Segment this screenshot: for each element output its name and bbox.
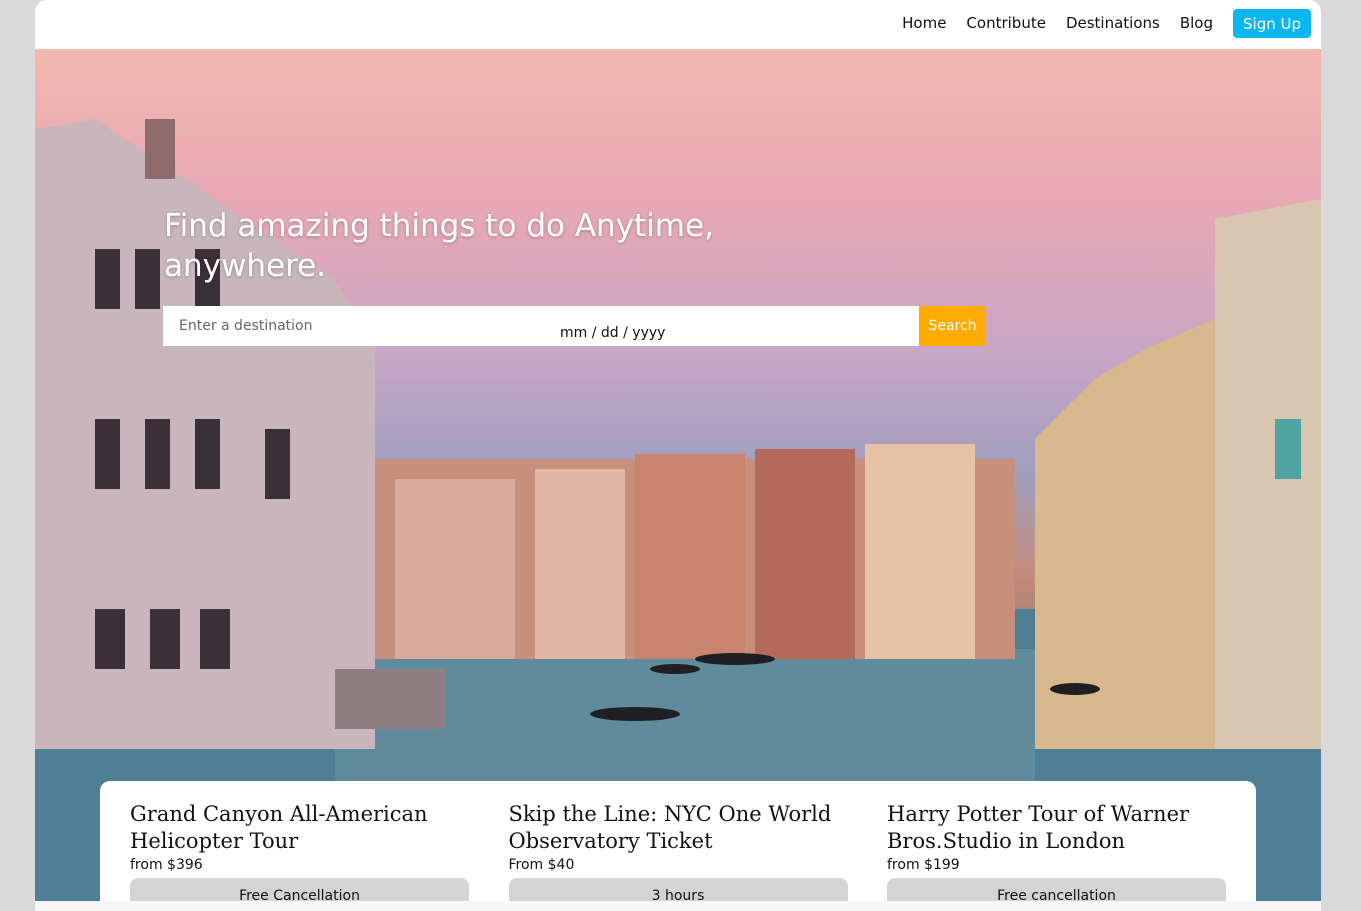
tour-price: From $40 xyxy=(508,857,575,873)
page: Home Contribute Destinations Blog Sign U… xyxy=(35,0,1321,911)
tour-price: from $396 xyxy=(130,857,203,873)
hero-title: Find amazing things to do Anytime, anywh… xyxy=(164,208,714,284)
nav-link-home[interactable]: Home xyxy=(902,14,946,32)
nav-link-destinations[interactable]: Destinations xyxy=(1066,14,1160,32)
tour-card[interactable]: Harry Potter Tour of Warner Bros.Studio … xyxy=(887,801,1226,901)
signup-button[interactable]: Sign Up xyxy=(1233,9,1311,38)
tour-title: Grand Canyon All-American Helicopter Tou… xyxy=(130,802,428,853)
tour-title: Harry Potter Tour of Warner Bros.Studio … xyxy=(887,802,1190,853)
tour-badge[interactable]: Free Cancellation xyxy=(130,878,469,901)
tour-card[interactable]: Grand Canyon All-American Helicopter Tou… xyxy=(130,801,469,901)
tour-price: from $199 xyxy=(887,857,960,873)
tour-cards: Grand Canyon All-American Helicopter Tou… xyxy=(100,781,1256,901)
date-input[interactable]: mm / dd / yyyy xyxy=(533,306,919,346)
tour-card[interactable]: Skip the Line: NYC One World Observatory… xyxy=(508,801,848,901)
hero-banner: Find amazing things to do Anytime, anywh… xyxy=(35,49,1321,901)
nav-link-blog[interactable]: Blog xyxy=(1180,14,1213,32)
venice-canal-image xyxy=(35,119,1321,901)
tour-badge[interactable]: Free cancellation xyxy=(887,878,1226,901)
search-bar: mm / dd / yyyy Search xyxy=(163,306,986,346)
search-button[interactable]: Search xyxy=(919,306,986,346)
bottom-strip xyxy=(35,901,1321,911)
top-nav: Home Contribute Destinations Blog Sign U… xyxy=(35,0,1321,49)
tour-badge[interactable]: 3 hours xyxy=(508,878,848,901)
nav-link-contribute[interactable]: Contribute xyxy=(966,14,1046,32)
nav-links: Home Contribute Destinations Blog Sign U… xyxy=(882,9,1311,38)
destination-input[interactable] xyxy=(163,306,533,346)
tour-title: Skip the Line: NYC One World Observatory… xyxy=(508,802,832,853)
